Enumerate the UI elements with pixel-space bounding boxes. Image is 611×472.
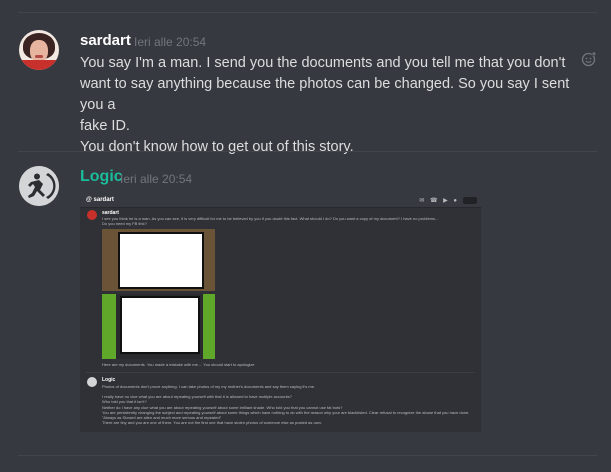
embed-search-icon: [463, 197, 477, 204]
embed-author: Logic: [102, 377, 116, 383]
emoji-add-icon[interactable]: [581, 51, 597, 67]
message-line: want to say anything because the photos …: [80, 76, 570, 113]
embed-caption: Here are my documents. You made a mistak…: [102, 362, 255, 367]
embed-channel-name: @ sardart: [86, 197, 114, 203]
timestamp: Ieri alle 20:54: [134, 35, 207, 49]
embed-toolbar-icons: ✉ ☎ ▶ ●: [419, 198, 459, 204]
divider: [18, 12, 597, 13]
message-line: You say I'm a man. I send you the docume…: [80, 55, 566, 71]
embed-avatar: [87, 377, 97, 387]
timestamp: Ieri alle 20:54: [120, 172, 193, 186]
divider: [18, 151, 597, 152]
message-line: You don't know how to get out of this st…: [80, 139, 354, 155]
username-logic[interactable]: Logic: [80, 168, 123, 186]
message-line: fake ID.: [80, 118, 130, 134]
running-figure-icon: [19, 166, 59, 206]
document-photo: [102, 229, 215, 291]
embed-line: There are tiny and you are one of them. …: [102, 420, 322, 425]
avatar-sardart[interactable]: [19, 30, 59, 70]
embed-line: I see you think he is a man. As you can …: [102, 216, 439, 221]
embed-divider: [86, 372, 475, 373]
divider: [18, 455, 597, 456]
embed-channel-label: sardart: [93, 197, 114, 203]
avatar-logic[interactable]: [19, 166, 59, 206]
document-photo: [102, 294, 215, 359]
message-text: You say I'm a man. I send you the docume…: [80, 53, 585, 158]
username-sardart[interactable]: sardart: [80, 32, 131, 49]
embed-line: Who told you that it isn't?: [102, 399, 147, 404]
embed-line: Do you need my FB link?: [102, 221, 147, 226]
image-attachment[interactable]: @ sardart ✉ ☎ ▶ ● sardart I see you thin…: [80, 194, 481, 432]
embed-line: Photos of documents don't prove anything…: [102, 384, 316, 389]
embed-avatar: [87, 210, 97, 220]
embed-channel-bar: @ sardart ✉ ☎ ▶ ●: [80, 194, 481, 208]
